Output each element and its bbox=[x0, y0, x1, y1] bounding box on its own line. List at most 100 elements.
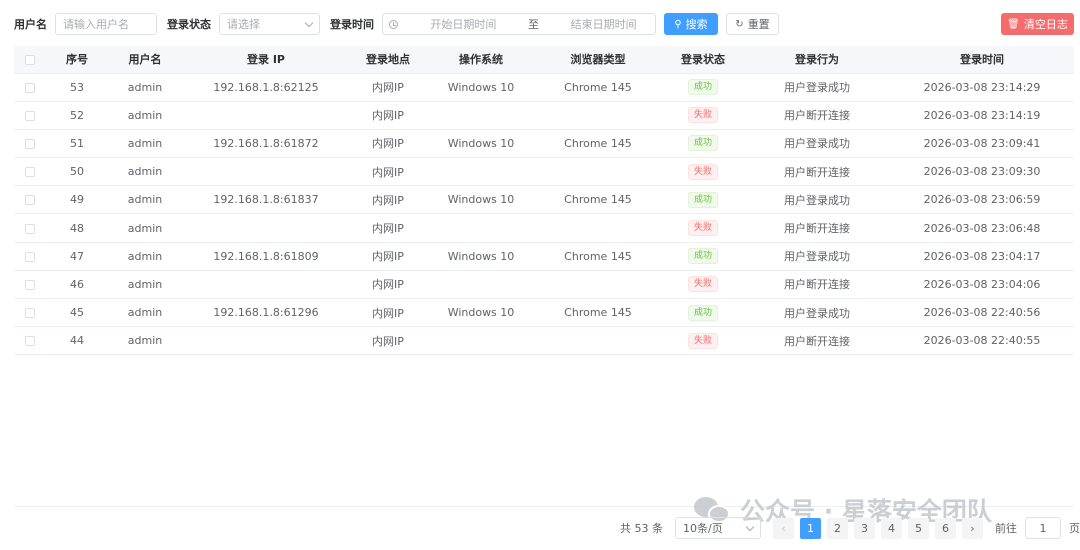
header-status: 登录状态 bbox=[662, 46, 744, 74]
row-checkbox[interactable] bbox=[25, 308, 35, 319]
cell-ip: 192.168.1.8:62125 bbox=[184, 73, 348, 102]
table-header-row: 序号 用户名 登录 IP 登录地点 操作系统 浏览器类型 登录状态 登录行为 登… bbox=[14, 46, 1074, 74]
page-button-1[interactable]: 1 bbox=[800, 517, 821, 539]
clear-log-button[interactable]: 🗑 清空日志 bbox=[1001, 13, 1074, 35]
row-select[interactable] bbox=[14, 157, 48, 187]
row-select[interactable] bbox=[14, 73, 48, 102]
refresh-icon: ↻ bbox=[735, 18, 744, 30]
cell-time: 2026-03-08 23:06:59 bbox=[890, 185, 1074, 215]
cell-ip bbox=[184, 326, 348, 356]
cell-os: Windows 10 bbox=[428, 129, 534, 159]
row-select[interactable] bbox=[14, 298, 48, 328]
goto-page-value: 1 bbox=[1039, 521, 1047, 535]
row-select[interactable] bbox=[14, 185, 48, 215]
row-checkbox[interactable] bbox=[25, 138, 35, 149]
status-select[interactable]: 请选择 bbox=[219, 13, 320, 35]
row-select[interactable] bbox=[14, 129, 48, 159]
cell-location: 内网IP bbox=[348, 185, 428, 215]
row-select[interactable] bbox=[14, 242, 48, 271]
cell-status: 成功 bbox=[662, 298, 744, 328]
cell-id: 45 bbox=[48, 298, 106, 328]
date-range-picker[interactable]: 开始日期时间 至 结束日期时间 bbox=[382, 13, 656, 35]
cell-id: 46 bbox=[48, 270, 106, 300]
cell-action: 用户断开连接 bbox=[744, 270, 890, 300]
row-select[interactable] bbox=[14, 270, 48, 300]
cell-id: 52 bbox=[48, 101, 106, 130]
table-row: 48 admin 内网IP 失败 用户断开连接 2026-03-08 23:06:48 bbox=[14, 213, 1074, 243]
cell-os: Windows 10 bbox=[428, 185, 534, 215]
status-badge: 成功 bbox=[687, 248, 718, 265]
cell-action: 用户断开连接 bbox=[744, 101, 890, 130]
cell-status: 成功 bbox=[662, 73, 744, 102]
row-select[interactable] bbox=[14, 213, 48, 243]
status-badge: 失败 bbox=[687, 276, 718, 293]
row-checkbox[interactable] bbox=[25, 167, 35, 178]
cell-location: 内网IP bbox=[348, 213, 428, 243]
next-page-button[interactable]: › bbox=[962, 517, 983, 539]
prev-page-button[interactable]: ‹ bbox=[773, 517, 794, 539]
cell-browser bbox=[534, 101, 662, 130]
chevron-down-icon bbox=[304, 18, 314, 27]
row-checkbox[interactable] bbox=[25, 251, 35, 262]
cell-id: 47 bbox=[48, 242, 106, 271]
table-row: 53 admin 192.168.1.8:62125 内网IP Windows 10 Ch… bbox=[14, 73, 1074, 102]
search-button[interactable]: ⚲ 搜索 bbox=[664, 13, 718, 35]
page-button-5[interactable]: 5 bbox=[908, 517, 929, 539]
header-select-all[interactable] bbox=[14, 46, 48, 74]
table-row: 51 admin 192.168.1.8:61872 内网IP Windows 10 Ch… bbox=[14, 129, 1074, 159]
row-checkbox[interactable] bbox=[25, 82, 35, 93]
cell-location: 内网IP bbox=[348, 326, 428, 356]
page-button-4[interactable]: 4 bbox=[881, 517, 902, 539]
cell-os: Windows 10 bbox=[428, 73, 534, 102]
select-all-checkbox[interactable] bbox=[25, 54, 35, 65]
cell-browser: Chrome 145 bbox=[534, 129, 662, 159]
header-ip: 登录 IP bbox=[184, 46, 348, 74]
reset-button-label: 重置 bbox=[747, 18, 770, 31]
table-row: 47 admin 192.168.1.8:61809 内网IP Windows 10 Ch… bbox=[14, 242, 1074, 271]
row-select[interactable] bbox=[14, 101, 48, 130]
row-checkbox[interactable] bbox=[25, 279, 35, 290]
cell-status: 失败 bbox=[662, 326, 744, 356]
search-button-label: 搜索 bbox=[685, 18, 708, 31]
header-browser: 浏览器类型 bbox=[534, 46, 662, 74]
cell-location: 内网IP bbox=[348, 129, 428, 159]
row-checkbox[interactable] bbox=[25, 223, 35, 234]
cell-time: 2026-03-08 22:40:55 bbox=[890, 326, 1074, 356]
row-checkbox[interactable] bbox=[25, 336, 35, 347]
filter-bar: 用户名 请输入用户名 登录状态 请选择 登录时间 开始日期时间 至 结束日期时间… bbox=[14, 12, 1074, 36]
cell-ip bbox=[184, 270, 348, 300]
cell-time: 2026-03-08 23:09:30 bbox=[890, 157, 1074, 187]
row-checkbox[interactable] bbox=[25, 110, 35, 121]
cell-action: 用户登录成功 bbox=[744, 73, 890, 102]
row-checkbox[interactable] bbox=[25, 195, 35, 206]
cell-browser: Chrome 145 bbox=[534, 298, 662, 328]
reset-button[interactable]: ↻ 重置 bbox=[726, 13, 779, 35]
status-badge: 成功 bbox=[687, 191, 718, 208]
status-badge: 失败 bbox=[687, 107, 718, 124]
cell-browser bbox=[534, 157, 662, 187]
cell-os bbox=[428, 270, 534, 300]
cell-username: admin bbox=[106, 270, 184, 300]
cell-username: admin bbox=[106, 298, 184, 328]
cell-browser bbox=[534, 326, 662, 356]
date-start-input[interactable]: 开始日期时间 bbox=[418, 16, 509, 32]
cell-username: admin bbox=[106, 185, 184, 215]
cell-username: admin bbox=[106, 157, 184, 187]
chevron-down-icon bbox=[745, 522, 755, 531]
date-end-input[interactable]: 结束日期时间 bbox=[558, 16, 649, 32]
page-button-3[interactable]: 3 bbox=[854, 517, 875, 539]
cell-status: 成功 bbox=[662, 129, 744, 159]
username-input[interactable]: 请输入用户名 bbox=[55, 13, 157, 35]
cell-browser bbox=[534, 270, 662, 300]
header-id: 序号 bbox=[48, 46, 106, 74]
page-size-select[interactable]: 10条/页 bbox=[675, 517, 761, 539]
page-button-6[interactable]: 6 bbox=[935, 517, 956, 539]
cell-time: 2026-03-08 23:04:17 bbox=[890, 242, 1074, 271]
goto-page-input[interactable]: 1 bbox=[1025, 517, 1061, 539]
row-select[interactable] bbox=[14, 326, 48, 356]
cell-time: 2026-03-08 23:06:48 bbox=[890, 213, 1074, 243]
cell-os bbox=[428, 101, 534, 130]
page-size-value: 10条/页 bbox=[683, 522, 723, 535]
page-button-2[interactable]: 2 bbox=[827, 517, 848, 539]
cell-browser: Chrome 145 bbox=[534, 185, 662, 215]
